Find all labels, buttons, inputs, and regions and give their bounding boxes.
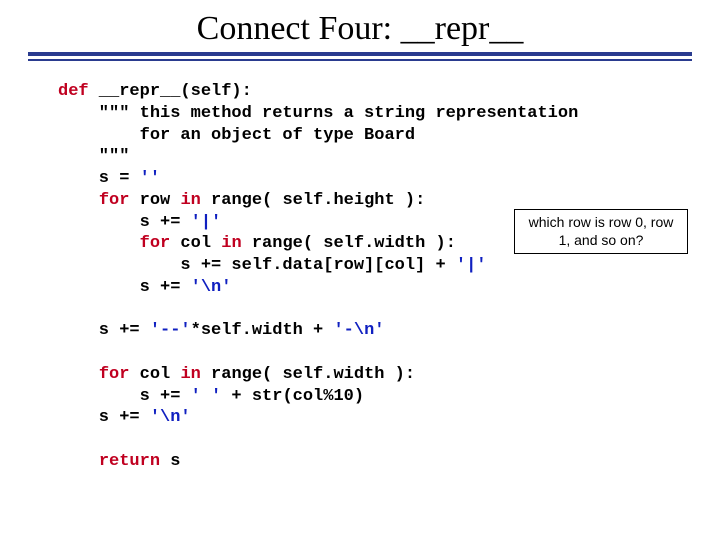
kw-def: def (58, 82, 89, 101)
code-text: s += (58, 213, 191, 232)
kw-for: for (140, 234, 171, 253)
str-literal: '|' (191, 213, 222, 232)
code-text: __repr__(self): (89, 82, 252, 101)
code-text (58, 191, 99, 210)
code-text: range( self.width ): (242, 234, 456, 253)
code-text: s += (58, 387, 191, 406)
title-rule-bottom (28, 59, 692, 61)
code-text: range( self.height ): (201, 191, 425, 210)
code-text: """ this method returns a string represe… (58, 104, 578, 123)
code-text (58, 365, 99, 384)
kw-in: in (180, 191, 200, 210)
code-block: def __repr__(self): """ this method retu… (58, 81, 720, 473)
code-text: s += (58, 321, 150, 340)
code-text: row (129, 191, 180, 210)
code-text: s = (58, 169, 140, 188)
kw-for: for (99, 191, 130, 210)
code-text (58, 234, 140, 253)
code-text: """ (58, 147, 129, 166)
str-literal: '\n' (150, 408, 191, 427)
code-text: s += (58, 278, 191, 297)
code-text: col (170, 234, 221, 253)
str-literal: '' (140, 169, 160, 188)
code-text: range( self.width ): (201, 365, 415, 384)
str-literal: '-\n' (333, 321, 384, 340)
code-text: s (160, 452, 180, 471)
slide-title: Connect Four: __repr__ (0, 10, 720, 48)
annotation-box: which row is row 0, row 1, and so on? (514, 209, 688, 254)
kw-return: return (99, 452, 160, 471)
code-text: col (129, 365, 180, 384)
code-text: s += (58, 408, 150, 427)
kw-in: in (221, 234, 241, 253)
code-text (58, 452, 99, 471)
str-literal: '\n' (191, 278, 232, 297)
code-text: + str(col%10) (221, 387, 364, 406)
str-literal: ' ' (191, 387, 222, 406)
code-text: *self.width + (191, 321, 334, 340)
code-text: for an object of type Board (58, 126, 415, 145)
code-text: s += self.data[row][col] + (58, 256, 456, 275)
kw-in: in (180, 365, 200, 384)
str-literal: '--' (150, 321, 191, 340)
title-rule-top (28, 52, 692, 56)
kw-for: for (99, 365, 130, 384)
str-literal: '|' (456, 256, 487, 275)
